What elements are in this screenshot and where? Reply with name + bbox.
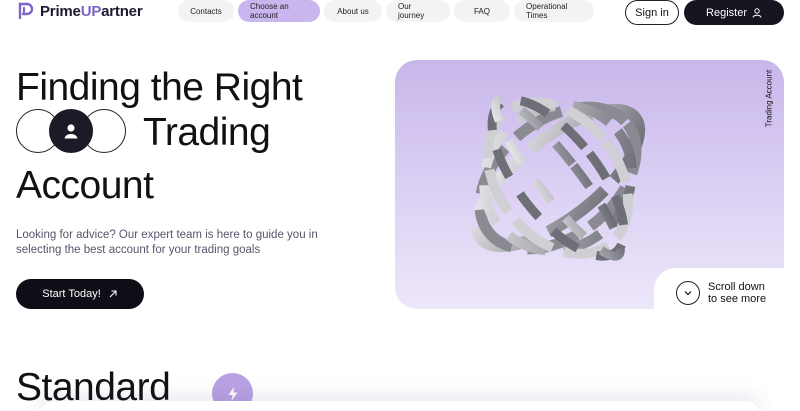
- scroll-hint-line-1: Scroll down: [708, 281, 765, 293]
- avatar: [49, 109, 93, 153]
- vertical-label: Trading Account: [764, 69, 774, 127]
- cta-label: Start Today!: [42, 288, 101, 300]
- scroll-hint: Scroll down to see more: [708, 281, 766, 305]
- chevron-down-icon: [684, 291, 692, 296]
- user-icon: [752, 7, 762, 18]
- brand-name: PrimeUPartner: [40, 2, 143, 20]
- register-label: Register: [706, 6, 747, 19]
- account-card: [40, 401, 760, 411]
- scroll-down-button[interactable]: [676, 281, 700, 305]
- hero-title-line-1: Finding the Right: [16, 66, 303, 109]
- nav-faq[interactable]: FAQ: [454, 0, 510, 22]
- brand-logo[interactable]: PrimeUPartner: [16, 0, 143, 22]
- nav-operational-times[interactable]: Operational Times: [514, 0, 594, 22]
- nav-about-us[interactable]: About us: [324, 0, 382, 22]
- scroll-hint-line-2: to see more: [708, 293, 767, 305]
- sign-in-button[interactable]: Sign in: [625, 0, 679, 25]
- hero-title-line-2: Trading: [143, 111, 271, 154]
- avatar-circles: [16, 109, 128, 153]
- main-nav: Contacts Choose an account About us Our …: [178, 0, 594, 22]
- hero-title-line-3: Account: [16, 164, 154, 207]
- register-button[interactable]: Register: [684, 0, 784, 25]
- start-today-button[interactable]: Start Today!: [16, 279, 144, 309]
- hero-description: Looking for advice? Our expert team is h…: [16, 229, 318, 256]
- sphere-illustration: [470, 95, 646, 261]
- user-icon: [64, 124, 78, 139]
- arrow-up-right-icon: [109, 290, 117, 298]
- logo-mark-icon: [18, 2, 34, 20]
- nav-our-journey[interactable]: Our journey: [386, 0, 450, 22]
- bolt-icon: [228, 386, 237, 401]
- nav-contacts[interactable]: Contacts: [178, 0, 234, 22]
- scroll-down-control[interactable]: Scroll down to see more: [676, 281, 766, 305]
- nav-choose-account[interactable]: Choose an account: [238, 0, 320, 22]
